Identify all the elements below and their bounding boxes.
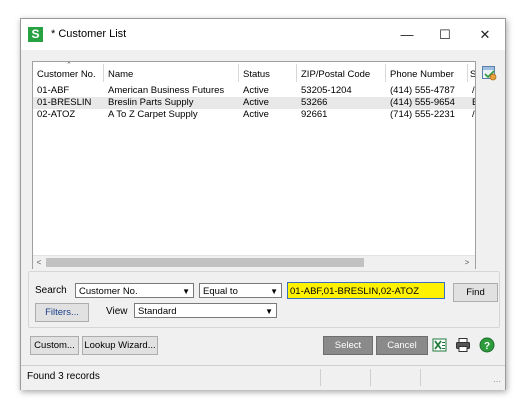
find-button-label: Find [466, 287, 485, 298]
cell-name: American Business Futures [108, 85, 225, 96]
lookup-wizard-button-label: Lookup Wizard... [84, 340, 156, 351]
table-row[interactable]: 01-ABF American Business Futures Active … [33, 85, 475, 97]
cell-zip: 92661 [301, 109, 328, 120]
resize-grip-icon[interactable]: ⋯ [493, 377, 501, 386]
chevron-down-icon: ▼ [182, 287, 190, 296]
search-filter-group: Search Customer No. ▼ Equal to ▼ 01-ABF,… [28, 271, 500, 328]
cell-status: Active [243, 97, 269, 108]
cancel-button-label: Cancel [387, 340, 417, 351]
table-row[interactable]: 01-BRESLIN Breslin Parts Supply Active 5… [33, 97, 475, 109]
column-header-zip[interactable]: ZIP/Postal Code [301, 62, 370, 84]
custom-button-label: Custom... [34, 340, 75, 351]
customer-grid[interactable]: ⌃ Customer No. Name Status ZIP/Postal Co… [32, 61, 476, 269]
help-icon[interactable]: ? [479, 337, 495, 353]
column-header-phone[interactable]: Phone Number [390, 62, 454, 84]
table-row[interactable]: 02-ATOZ A To Z Carpet Supply Active 9266… [33, 109, 475, 121]
maximize-button[interactable]: ☐ [427, 19, 463, 50]
cell-customer-no: 01-BRESLIN [37, 97, 92, 108]
column-divider[interactable] [238, 64, 239, 82]
cell-phone: (414) 555-9654 [390, 97, 455, 108]
window-title: * Customer List [51, 28, 127, 40]
cell-name: Breslin Parts Supply [108, 97, 194, 108]
excel-export-icon[interactable] [432, 337, 448, 353]
minimize-button[interactable]: — [389, 19, 425, 50]
cell-customer-no: 02-ATOZ [37, 109, 76, 120]
view-label: View [106, 306, 128, 317]
cell-phone: (414) 555-4787 [390, 85, 455, 96]
customize-grid-icon[interactable] [481, 65, 497, 81]
cell-extra: B [472, 97, 475, 109]
search-value-text: 01-ABF,01-BRESLIN,02-ATOZ [290, 286, 420, 297]
status-segment [320, 369, 371, 386]
cell-status: Active [243, 109, 269, 120]
status-text: Found 3 records [27, 371, 100, 382]
cell-name: A To Z Carpet Supply [108, 109, 198, 120]
column-header-name[interactable]: Name [108, 62, 133, 84]
column-header-status[interactable]: Status [243, 62, 270, 84]
scroll-left-arrow[interactable]: < [33, 256, 45, 269]
cell-extra: / [472, 85, 475, 96]
title-bar: S * Customer List — ☐ ✕ [21, 19, 505, 50]
chevron-down-icon: ▼ [265, 307, 273, 316]
svg-text:?: ? [484, 341, 490, 352]
search-label: Search [35, 285, 67, 296]
status-segment [420, 369, 471, 386]
operator-dropdown[interactable]: Equal to ▼ [199, 283, 282, 298]
cancel-button[interactable]: Cancel [376, 336, 428, 355]
cell-customer-no: 01-ABF [37, 85, 70, 96]
column-divider[interactable] [296, 64, 297, 82]
cell-zip: 53266 [301, 97, 328, 108]
column-header-extra[interactable]: S [470, 62, 475, 84]
column-divider[interactable] [467, 64, 468, 82]
find-button[interactable]: Find [453, 283, 498, 302]
column-header-customer-no[interactable]: Customer No. [37, 62, 96, 84]
sage-app-icon: S [28, 27, 43, 42]
cell-zip: 53205-1204 [301, 85, 352, 96]
customer-list-window: S * Customer List — ☐ ✕ ⌃ Customer No. N… [20, 18, 506, 390]
operator-value: Equal to [203, 286, 238, 297]
cell-extra: / [472, 109, 475, 120]
close-button[interactable]: ✕ [467, 19, 503, 50]
select-button-label: Select [334, 340, 362, 351]
scroll-right-arrow[interactable]: > [461, 256, 473, 269]
cell-status: Active [243, 85, 269, 96]
column-divider[interactable] [385, 64, 386, 82]
column-divider[interactable] [103, 64, 104, 82]
scrollbar-thumb[interactable] [46, 258, 364, 267]
cell-phone: (714) 555-2231 [390, 109, 455, 120]
lookup-wizard-button[interactable]: Lookup Wizard... [82, 336, 158, 355]
status-segment [370, 369, 421, 386]
select-button[interactable]: Select [323, 336, 373, 355]
search-field-value: Customer No. [79, 286, 138, 297]
filters-button[interactable]: Filters... [35, 303, 89, 322]
search-field-dropdown[interactable]: Customer No. ▼ [75, 283, 194, 298]
search-value-input[interactable]: 01-ABF,01-BRESLIN,02-ATOZ [287, 282, 445, 299]
status-bar: Found 3 records ⋯ [21, 365, 505, 390]
view-value: Standard [138, 306, 177, 317]
horizontal-scrollbar[interactable]: < > [33, 255, 475, 269]
filters-button-label: Filters... [45, 307, 79, 318]
chevron-down-icon: ▼ [270, 287, 278, 296]
view-dropdown[interactable]: Standard ▼ [134, 303, 277, 318]
print-icon[interactable] [455, 337, 471, 353]
custom-button[interactable]: Custom... [30, 336, 79, 355]
